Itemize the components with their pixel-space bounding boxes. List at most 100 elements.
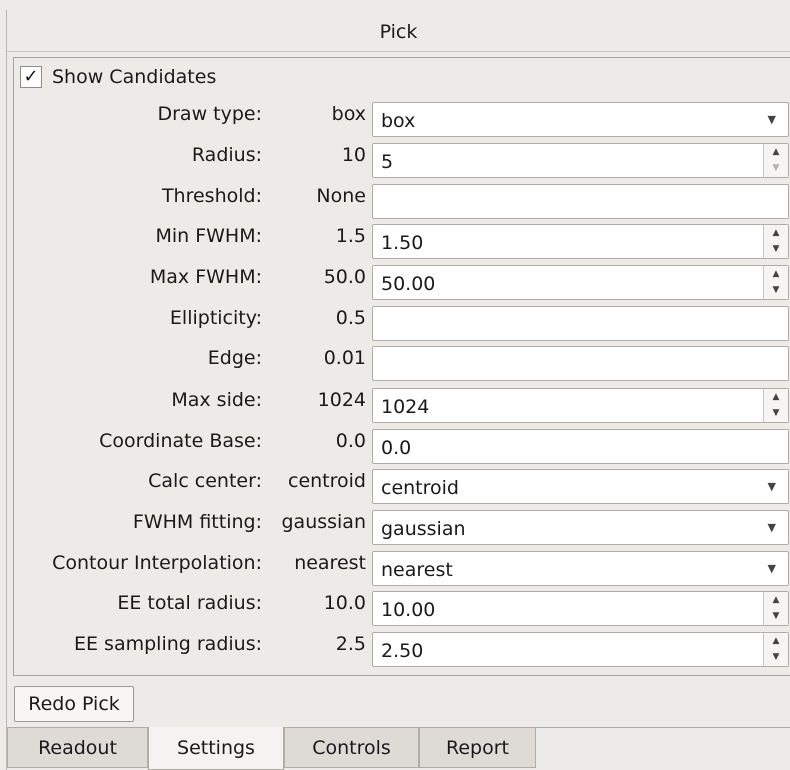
chevron-down-icon[interactable]: ▼ xyxy=(768,562,776,575)
setting-current-value: 0.5 xyxy=(335,307,366,329)
spin-up-icon[interactable]: ▲ xyxy=(764,266,788,283)
setting-current-value: centroid xyxy=(288,470,366,492)
max-fwhm-spinbox[interactable]: 50.00 ▲ ▼ xyxy=(372,265,789,300)
setting-current-value: gaussian xyxy=(281,511,366,533)
spin-buttons: ▲ ▼ xyxy=(763,633,788,666)
setting-current-value: 0.0 xyxy=(335,430,366,452)
setting-label: Max FWHM: xyxy=(149,266,262,288)
select-value: box xyxy=(381,110,416,132)
spin-buttons: ▲ ▼ xyxy=(763,225,788,258)
spin-up-icon[interactable]: ▲ xyxy=(764,389,788,406)
setting-current-value: 1024 xyxy=(317,389,366,411)
field-value: 50.00 xyxy=(381,273,436,295)
setting-row-radius: Radius: 10 5 ▲ ▼ xyxy=(0,138,790,178)
spin-down-icon[interactable]: ▼ xyxy=(764,242,788,259)
spin-buttons: ▲ ▼ xyxy=(763,266,788,299)
setting-row-ee-total-radius: EE total radius: 10.0 10.00 ▲ ▼ xyxy=(0,586,790,626)
field-value: 1.50 xyxy=(381,232,424,254)
contour-interpolation-select[interactable]: nearest ▼ xyxy=(372,551,789,586)
setting-label: Ellipticity: xyxy=(169,307,262,329)
setting-row-min-fwhm: Min FWHM: 1.5 1.50 ▲ ▼ xyxy=(0,219,790,259)
show-candidates-row[interactable]: ✓ Show Candidates xyxy=(20,64,216,90)
draw-type-select[interactable]: box ▼ xyxy=(372,102,789,137)
spin-up-icon[interactable]: ▲ xyxy=(764,633,788,650)
tab-controls[interactable]: Controls xyxy=(284,728,419,768)
min-fwhm-spinbox[interactable]: 1.50 ▲ ▼ xyxy=(372,224,789,259)
panel-title: Pick xyxy=(7,12,790,52)
setting-label: Min FWHM: xyxy=(155,225,262,247)
setting-row-contour-interpolation: Contour Interpolation: nearest nearest ▼ xyxy=(0,546,790,586)
spin-down-icon[interactable]: ▼ xyxy=(764,609,788,626)
chevron-down-icon[interactable]: ▼ xyxy=(768,521,776,534)
setting-row-threshold: Threshold: None xyxy=(0,179,790,219)
edge-input[interactable] xyxy=(372,346,789,381)
setting-label: EE sampling radius: xyxy=(74,633,262,655)
select-value: gaussian xyxy=(381,518,466,540)
spin-down-icon[interactable]: ▼ xyxy=(764,161,788,178)
setting-label: Draw type: xyxy=(157,103,262,125)
tab-report[interactable]: Report xyxy=(419,728,536,768)
setting-row-draw-type: Draw type: box box ▼ xyxy=(0,97,790,137)
setting-current-value: None xyxy=(316,185,366,207)
setting-row-calc-center: Calc center: centroid centroid ▼ xyxy=(0,464,790,504)
setting-row-edge: Edge: 0.01 xyxy=(0,341,790,381)
tab-settings[interactable]: Settings xyxy=(148,727,284,770)
field-value: 5 xyxy=(381,151,394,173)
tab-bar: Readout Settings Controls Report xyxy=(7,727,790,770)
spin-buttons: ▲ ▼ xyxy=(763,389,788,422)
field-value: 0.0 xyxy=(381,437,412,459)
spin-buttons: ▲ ▼ xyxy=(763,144,788,177)
setting-current-value: 50.0 xyxy=(323,266,366,288)
setting-row-fwhm-fitting: FWHM fitting: gaussian gaussian ▼ xyxy=(0,505,790,545)
threshold-input[interactable] xyxy=(372,184,789,219)
setting-current-value: 2.5 xyxy=(335,633,366,655)
spin-up-icon[interactable]: ▲ xyxy=(764,144,788,161)
spin-down-icon[interactable]: ▼ xyxy=(764,283,788,300)
select-value: centroid xyxy=(381,477,459,499)
show-candidates-label: Show Candidates xyxy=(52,66,217,88)
setting-current-value: 10.0 xyxy=(323,592,366,614)
ee-sampling-radius-spinbox[interactable]: 2.50 ▲ ▼ xyxy=(372,632,789,667)
pick-plugin-window: Pick ✓ Show Candidates Draw type: box box ▼… xyxy=(0,0,790,770)
chevron-down-icon[interactable]: ▼ xyxy=(768,480,776,493)
calc-center-select[interactable]: centroid ▼ xyxy=(372,469,789,504)
tab-readout[interactable]: Readout xyxy=(7,728,148,768)
setting-current-value: 10 xyxy=(341,144,366,166)
spin-up-icon[interactable]: ▲ xyxy=(764,592,788,609)
spin-down-icon[interactable]: ▼ xyxy=(764,406,788,423)
setting-label: Edge: xyxy=(207,347,262,369)
setting-row-coordinate-base: Coordinate Base: 0.0 0.0 xyxy=(0,424,790,464)
show-candidates-checkbox[interactable]: ✓ xyxy=(20,66,42,88)
field-value: 2.50 xyxy=(381,640,424,662)
setting-label: FWHM fitting: xyxy=(132,511,262,533)
radius-spinbox[interactable]: 5 ▲ ▼ xyxy=(372,143,789,178)
chevron-down-icon[interactable]: ▼ xyxy=(768,113,776,126)
checkmark-icon: ✓ xyxy=(23,66,39,87)
setting-current-value: 0.01 xyxy=(323,347,366,369)
setting-label: Calc center: xyxy=(148,470,262,492)
select-value: nearest xyxy=(381,559,453,581)
coordinate-base-input[interactable]: 0.0 xyxy=(372,429,789,464)
setting-row-ee-sampling-radius: EE sampling radius: 2.5 2.50 ▲ ▼ xyxy=(0,627,790,667)
field-value: 10.00 xyxy=(381,599,436,621)
ellipticity-input[interactable] xyxy=(372,306,789,341)
spin-up-icon[interactable]: ▲ xyxy=(764,225,788,242)
max-side-spinbox[interactable]: 1024 ▲ ▼ xyxy=(372,388,789,423)
field-value: 1024 xyxy=(381,396,430,418)
setting-label: EE total radius: xyxy=(117,592,262,614)
setting-label: Max side: xyxy=(171,389,262,411)
spin-down-icon[interactable]: ▼ xyxy=(764,650,788,667)
setting-current-value: nearest xyxy=(294,552,366,574)
setting-label: Contour Interpolation: xyxy=(52,552,262,574)
setting-row-max-fwhm: Max FWHM: 50.0 50.00 ▲ ▼ xyxy=(0,260,790,300)
setting-label: Threshold: xyxy=(161,185,262,207)
setting-current-value: 1.5 xyxy=(335,225,366,247)
ee-total-radius-spinbox[interactable]: 10.00 ▲ ▼ xyxy=(372,591,789,626)
setting-label: Radius: xyxy=(191,144,262,166)
setting-row-max-side: Max side: 1024 1024 ▲ ▼ xyxy=(0,383,790,423)
setting-current-value: box xyxy=(331,103,366,125)
redo-pick-button[interactable]: Redo Pick xyxy=(14,686,134,722)
fwhm-fitting-select[interactable]: gaussian ▼ xyxy=(372,510,789,545)
setting-label: Coordinate Base: xyxy=(99,430,262,452)
spin-buttons: ▲ ▼ xyxy=(763,592,788,625)
